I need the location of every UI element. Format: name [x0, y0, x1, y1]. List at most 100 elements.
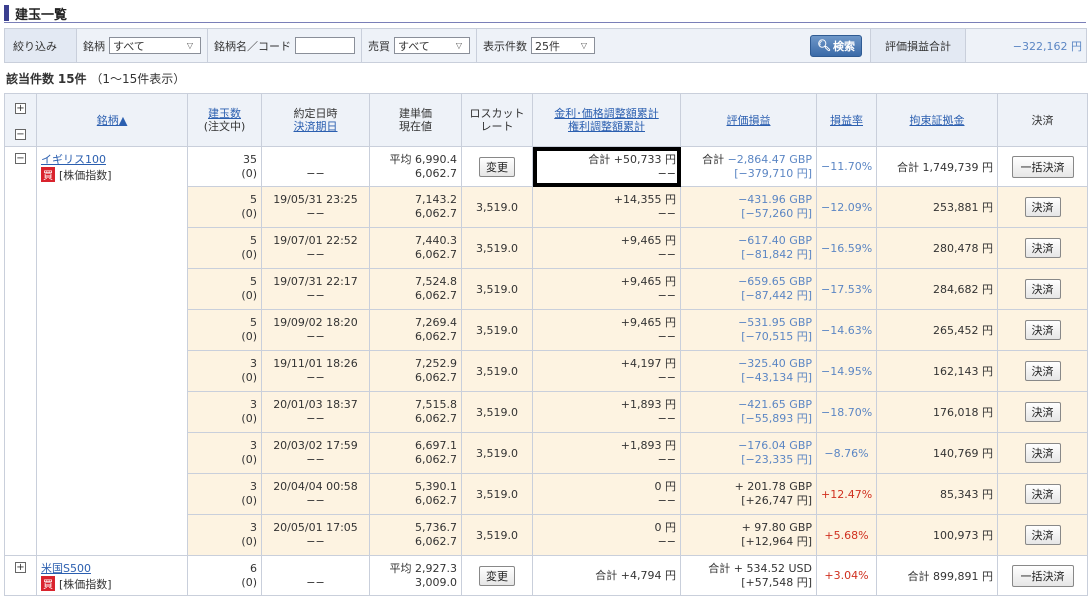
rights-value: −−	[657, 494, 676, 507]
qty-value: 3	[250, 521, 257, 534]
expand-cell: −	[4, 146, 37, 556]
rate-cell: +12.47%	[816, 473, 877, 515]
fund-value: +9,465 円	[620, 275, 676, 288]
settle-button[interactable]: 決済	[1024, 525, 1061, 545]
qty-pending-value: (0)	[241, 494, 257, 507]
brand-type: [株価指数]	[59, 578, 112, 591]
qty-cell: 5 (0)	[187, 268, 262, 310]
settle-date-value: −−	[306, 535, 325, 548]
change-button[interactable]: 変更	[479, 156, 515, 177]
settle-button[interactable]: 決済	[1024, 238, 1061, 258]
qty-cell: 3 (0)	[187, 350, 262, 392]
qty-cell: 5 (0)	[187, 309, 262, 351]
chevron-down-icon: ▽	[186, 41, 193, 50]
fund-cell: +9,465 円 −−	[532, 268, 681, 310]
sort-settle-date-link[interactable]: 決済期日	[294, 120, 338, 133]
sort-eval-link[interactable]: 評価損益	[727, 114, 771, 127]
losscut-header-line2: レート	[480, 120, 514, 133]
eval-currency-value: + 97.80 GBP	[741, 521, 812, 534]
eval-currency-value: −176.04 GBP	[738, 439, 812, 452]
eval-jpy-value: [−43,134 円]	[741, 371, 812, 384]
expand-icon[interactable]: +	[15, 562, 26, 573]
brand-type: [株価指数]	[59, 169, 112, 182]
brand-name-link[interactable]: 米国S500	[41, 562, 91, 575]
sort-fund-link[interactable]: 金利･価格調整額累計	[554, 107, 659, 120]
unit-price-value: 6,697.1	[415, 439, 457, 452]
qty-cell: 5 (0)	[187, 227, 262, 269]
losscut-cell: 3,519.0	[461, 227, 533, 269]
current-price-value: 6,062.7	[415, 330, 457, 343]
search-button[interactable]: 🔍︎ 検索	[810, 34, 862, 57]
rate-header[interactable]: 損益率	[816, 93, 877, 147]
rights-value: −−	[657, 371, 676, 384]
settle-button[interactable]: 決済	[1024, 402, 1061, 422]
change-button[interactable]: 変更	[479, 565, 515, 586]
display-count-select[interactable]: 25件 ▽	[531, 37, 595, 54]
brand-filter: 銘柄 すべて ▽	[77, 29, 208, 62]
trade-select[interactable]: すべて ▽	[394, 37, 470, 54]
unit-price-value: 7,524.8	[415, 275, 457, 288]
count-label: 該当件数	[6, 72, 55, 86]
eval-cell: −531.95 GBP [−70,515 円]	[680, 309, 817, 351]
margin-header[interactable]: 拘束証拠金	[876, 93, 998, 147]
price-cell: 7,269.4 6,062.7	[369, 309, 462, 351]
sort-rights-link[interactable]: 権利調整額累計	[568, 120, 645, 133]
brand-select[interactable]: すべて ▽	[109, 37, 201, 54]
rate-cell: +3.04%	[816, 555, 877, 596]
rights-value: −−	[657, 330, 676, 343]
brand-name-link[interactable]: イギリス100	[41, 153, 106, 166]
date-header: 約定日時 決済期日	[261, 93, 370, 147]
losscut-cell: 3,519.0	[461, 309, 533, 351]
name-code-input[interactable]	[295, 37, 355, 54]
settle-button[interactable]: 決済	[1024, 320, 1061, 340]
settle-button[interactable]: 決済	[1024, 443, 1061, 463]
rate-cell: −8.76%	[816, 432, 877, 474]
collapse-all-icon[interactable]: −	[15, 128, 26, 140]
losscut-cell: 変更	[461, 555, 533, 596]
eval-jpy-value: [−379,710 円]	[734, 166, 812, 180]
bulk-settle-button[interactable]: 一括決済	[1011, 155, 1074, 178]
qty-cell: 3 (0)	[187, 432, 262, 474]
fund-header[interactable]: 金利･価格調整額累計 権利調整額累計	[532, 93, 681, 147]
sort-qty-link[interactable]: 建玉数	[208, 107, 241, 120]
sort-brand-link[interactable]: 銘柄▲	[97, 114, 127, 127]
settle-button[interactable]: 決済	[1024, 484, 1061, 504]
price-cell: 5,736.7 6,062.7	[369, 514, 462, 556]
eval-jpy-value: [−70,515 円]	[741, 330, 812, 343]
price-cell: 7,515.8 6,062.7	[369, 391, 462, 433]
settle-button[interactable]: 決済	[1024, 197, 1061, 217]
eval-currency-value: −617.40 GBP	[738, 234, 812, 247]
qty-cell: 35 (0)	[187, 146, 262, 187]
brand-header[interactable]: 銘柄▲	[36, 93, 188, 147]
price-cell: 平均 6,990.4 6,062.7	[369, 146, 462, 187]
filter-bar: 絞り込み 銘柄 すべて ▽ 銘柄名／コード 売買 すべて ▽ 表示件数 25件 …	[4, 28, 1087, 63]
date-cell: 20/01/03 18:37 −−	[261, 391, 370, 433]
current-price-header: 現在値	[399, 120, 432, 133]
settle-button[interactable]: 決済	[1024, 279, 1061, 299]
qty-header[interactable]: 建玉数 (注文中)	[187, 93, 262, 147]
qty-value: 3	[250, 357, 257, 370]
fund-total-value: 合計 +50,733 円	[588, 152, 676, 166]
brand-cell: イギリス100 買 [株価指数]	[36, 146, 188, 556]
sort-rate-link[interactable]: 損益率	[830, 114, 863, 127]
eval-header[interactable]: 評価損益	[680, 93, 817, 147]
collapse-icon[interactable]: −	[15, 153, 26, 164]
filter-label: 絞り込み	[5, 29, 77, 62]
exec-date-value: 19/07/31 22:17	[273, 275, 358, 288]
settle-cell: 決済	[997, 514, 1088, 556]
settle-button[interactable]: 決済	[1024, 361, 1061, 381]
settle-date-value: −−	[306, 575, 325, 589]
price-cell: 7,143.2 6,062.7	[369, 186, 462, 228]
bulk-settle-button[interactable]: 一括決済	[1011, 564, 1074, 587]
page-title: 建玉一覧	[15, 7, 68, 23]
page-header: 建玉一覧	[4, 3, 1087, 23]
sort-margin-link[interactable]: 拘束証拠金	[910, 114, 965, 127]
group-row: − イギリス100 買 [株価指数] 35 (0) −− 平均 6,990.4 6,0…	[4, 146, 1088, 556]
expand-all-icon[interactable]: +	[15, 102, 26, 114]
qty-cell: 3 (0)	[187, 514, 262, 556]
eval-total-label: 評価損益合計	[870, 29, 966, 62]
exec-date-value: 20/04/04 00:58	[273, 480, 358, 493]
fund-cell: 0 円 −−	[532, 473, 681, 515]
rights-value: −−	[657, 166, 676, 180]
eval-cell: + 97.80 GBP [+12,964 円]	[680, 514, 817, 556]
